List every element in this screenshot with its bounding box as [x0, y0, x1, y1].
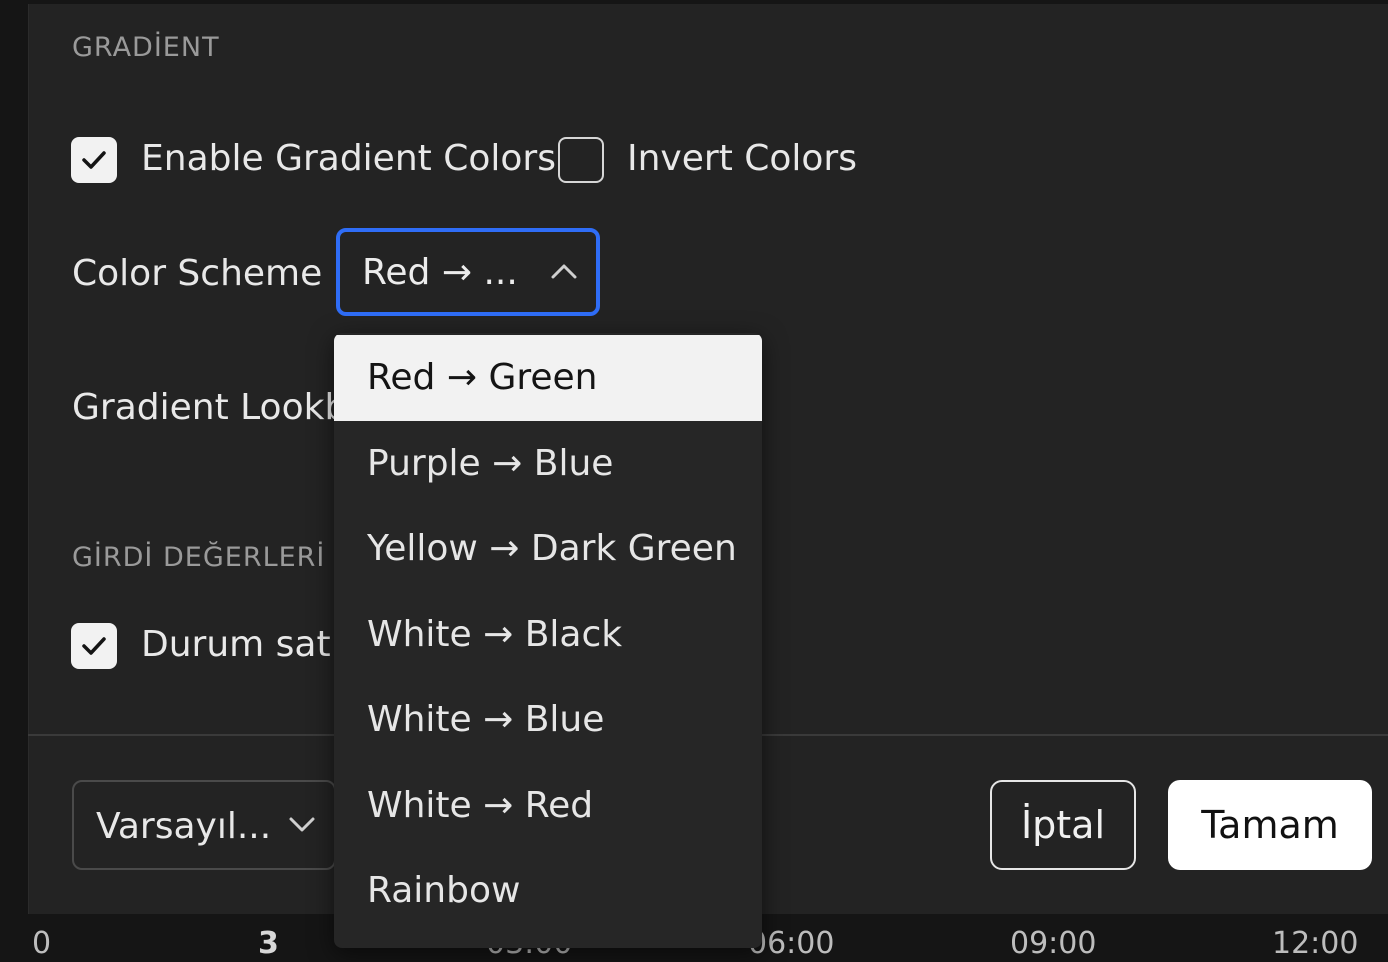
gradient-section-title: GRADİENT: [72, 32, 220, 63]
menu-item-rainbow[interactable]: Rainbow: [334, 848, 762, 934]
color-scheme-menu: Red → Green Purple → Blue Yellow → Dark …: [334, 333, 762, 948]
gradient-lookback-label: Gradient Lookb: [72, 387, 348, 428]
color-scheme-value: Red → ...: [362, 252, 518, 293]
preset-value: Varsayıl...: [96, 806, 272, 847]
color-scheme-label: Color Scheme: [72, 253, 323, 294]
chart-background: GRADİENT Enable Gradient Colors Invert C…: [0, 0, 1388, 962]
axis-tick: 3: [258, 926, 279, 961]
menu-item-white-black[interactable]: White → Black: [334, 592, 762, 678]
invert-colors-label[interactable]: Invert Colors: [627, 138, 857, 179]
chevron-up-icon: [551, 264, 577, 279]
menu-item-yellow-dark-green[interactable]: Yellow → Dark Green: [334, 506, 762, 592]
menu-item-white-red[interactable]: White → Red: [334, 763, 762, 849]
cancel-button[interactable]: İptal: [990, 780, 1136, 870]
menu-item-white-blue[interactable]: White → Blue: [334, 677, 762, 763]
menu-item-red-green[interactable]: Red → Green: [334, 335, 762, 421]
color-scheme-select[interactable]: Red → ...: [336, 228, 600, 316]
ok-button[interactable]: Tamam: [1168, 780, 1372, 870]
axis-tick: 12:00: [1272, 926, 1359, 961]
status-line-checkbox[interactable]: [71, 623, 117, 669]
axis-tick: 09:00: [1010, 926, 1097, 961]
chevron-down-icon: [289, 817, 315, 832]
inputs-section-title: GİRDİ DEĞERLERİ: [72, 542, 326, 573]
enable-gradient-label[interactable]: Enable Gradient Colors: [141, 138, 556, 179]
checkmark-icon: [82, 637, 106, 655]
status-line-label[interactable]: Durum satı: [141, 624, 341, 665]
invert-colors-checkbox[interactable]: [558, 137, 604, 183]
enable-gradient-checkbox[interactable]: [71, 137, 117, 183]
axis-tick: 0: [32, 926, 52, 961]
checkmark-icon: [82, 151, 106, 169]
preset-select[interactable]: Varsayıl...: [72, 780, 336, 870]
menu-item-purple-blue[interactable]: Purple → Blue: [334, 421, 762, 507]
